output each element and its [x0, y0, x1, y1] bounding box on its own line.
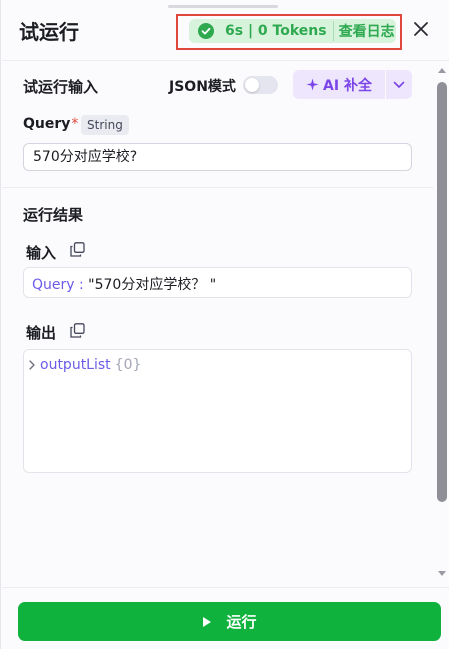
panel-header: 试运行 6s | 0 Tokens 查看日志: [1, 0, 449, 60]
input-result-label: 输入: [26, 244, 57, 262]
section-divider: [2, 187, 433, 188]
output-result-box: outputList {0}: [23, 349, 412, 473]
output-result-label: 输出: [26, 324, 57, 342]
ai-complete-label: AI 补全: [323, 77, 372, 94]
copy-icon[interactable]: [70, 242, 85, 257]
scroll-up-arrow-icon[interactable]: [437, 66, 447, 74]
scroll-down-arrow-icon[interactable]: [437, 570, 447, 578]
output-tree-node[interactable]: outputList {0}: [28, 357, 141, 373]
scrollbar-thumb[interactable]: [437, 82, 447, 502]
output-key: outputList: [40, 357, 111, 373]
status-highlight-box: [176, 14, 402, 50]
type-badge: String: [81, 115, 129, 135]
query-label-text: Query: [23, 116, 71, 132]
run-result-title: 运行结果: [23, 206, 84, 224]
ai-complete-button[interactable]: AI 补全: [293, 70, 385, 99]
chevron-down-icon: [393, 81, 405, 88]
output-count: {0}: [114, 357, 142, 373]
header-divider: [2, 60, 449, 61]
close-icon[interactable]: [411, 19, 431, 39]
test-run-panel: 试运行 6s | 0 Tokens 查看日志 试运行输入 JSON模式 AI 补…: [0, 0, 449, 649]
query-label: Query*: [23, 116, 78, 132]
toggle-knob: [245, 78, 259, 92]
ai-options-dropdown[interactable]: [386, 70, 412, 99]
json-mode-label: JSON模式: [169, 79, 236, 95]
run-button[interactable]: 运行: [18, 602, 441, 641]
query-input[interactable]: 570分对应学校?: [23, 143, 412, 171]
input-result-line: Query : "570分对应学校？ ": [32, 274, 216, 294]
play-icon: [203, 616, 212, 627]
panel-title: 试运行: [19, 20, 79, 44]
footer-divider: [2, 587, 449, 588]
input-result-box: Query : "570分对应学校？ ": [23, 267, 412, 298]
copy-icon[interactable]: [70, 323, 85, 338]
run-button-label: 运行: [226, 613, 257, 631]
input-key: Query :: [32, 277, 84, 293]
chevron-right-icon[interactable]: [28, 360, 36, 370]
input-value: "570分对应学校？ ": [88, 277, 217, 293]
json-mode-toggle[interactable]: [243, 76, 278, 94]
run-input-title: 试运行输入: [23, 78, 99, 96]
required-mark: *: [71, 116, 79, 132]
sparkle-icon: [306, 78, 319, 91]
